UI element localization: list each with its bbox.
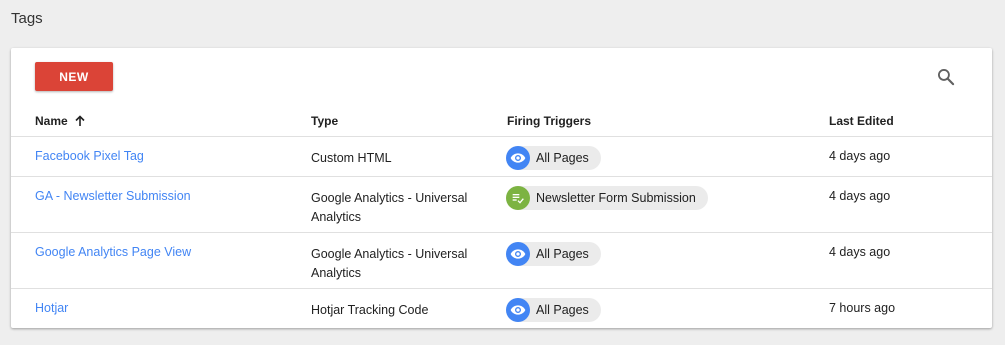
cell-triggers: All Pages	[506, 289, 601, 329]
cell-triggers: All Pages	[506, 137, 601, 176]
table-header: Name Type Firing Triggers Last Edited	[11, 104, 992, 137]
tag-type-text: Google Analytics - Universal	[311, 247, 468, 261]
table-row[interactable]: Google Analytics Page View Google Analyti…	[11, 233, 992, 289]
tag-name-link[interactable]: Hotjar	[35, 301, 68, 315]
cell-triggers: Newsletter Form Submission	[506, 177, 708, 232]
table-row[interactable]: Hotjar Hotjar Tracking Code All Pages 7 hou…	[11, 289, 992, 329]
trigger-label: All Pages	[536, 247, 589, 261]
cell-last-edited: 7 hours ago	[829, 301, 896, 315]
cell-type: Google Analytics - Universal Analytics	[311, 177, 491, 232]
page-title: Tags	[11, 10, 43, 27]
cell-triggers: All Pages	[506, 233, 601, 288]
cell-last-edited: 4 days ago	[829, 149, 891, 163]
cell-last-edited: 4 days ago	[829, 245, 891, 259]
trigger-chip[interactable]: Newsletter Form Submission	[506, 186, 708, 210]
tag-name-link[interactable]: Facebook Pixel Tag	[35, 149, 144, 163]
form-submit-icon	[506, 186, 530, 210]
search-button[interactable]	[934, 65, 958, 89]
column-header-type[interactable]: Type	[311, 104, 338, 137]
search-icon	[938, 69, 955, 86]
cell-type: Google Analytics - Universal Analytics	[311, 233, 491, 288]
arrow-up-icon	[74, 114, 86, 127]
cell-type: Hotjar Tracking Code	[311, 289, 491, 329]
tag-name-link[interactable]: Google Analytics Page View	[35, 245, 191, 259]
trigger-chip[interactable]: All Pages	[506, 298, 601, 322]
eye-icon	[506, 242, 530, 266]
cell-name: Google Analytics Page View	[35, 233, 191, 288]
table-row[interactable]: GA - Newsletter Submission Google Analyti…	[11, 177, 992, 233]
trigger-label: All Pages	[536, 303, 589, 317]
cell-type: Custom HTML	[311, 137, 491, 176]
column-header-triggers[interactable]: Firing Triggers	[507, 104, 591, 137]
tag-type-text: Analytics	[311, 210, 362, 224]
cell-last-edited: 4 days ago	[829, 189, 891, 203]
trigger-chip[interactable]: All Pages	[506, 146, 601, 170]
trigger-label: All Pages	[536, 151, 589, 165]
cell-name: GA - Newsletter Submission	[35, 177, 191, 232]
eye-icon	[506, 146, 530, 170]
table-row[interactable]: Facebook Pixel Tag Custom HTML All Pages 4 …	[11, 137, 992, 177]
tag-type-text: Analytics	[311, 266, 362, 280]
cell-name: Facebook Pixel Tag	[35, 137, 144, 176]
tag-type-text: Google Analytics - Universal	[311, 191, 468, 205]
trigger-label: Newsletter Form Submission	[536, 191, 696, 205]
column-header-last-edited[interactable]: Last Edited	[829, 104, 894, 137]
new-tag-button[interactable]: NEW	[35, 62, 113, 91]
tags-card: NEW Name Type Firing Triggers Last Edite…	[11, 48, 992, 328]
trigger-chip[interactable]: All Pages	[506, 242, 601, 266]
column-header-name-label: Name	[35, 113, 68, 128]
cell-name: Hotjar	[35, 289, 68, 329]
eye-icon	[506, 298, 530, 322]
tag-type-text: Custom HTML	[311, 151, 392, 165]
tag-name-link[interactable]: GA - Newsletter Submission	[35, 189, 191, 203]
tag-type-text: Hotjar Tracking Code	[311, 303, 429, 317]
column-header-name[interactable]: Name	[35, 104, 86, 137]
